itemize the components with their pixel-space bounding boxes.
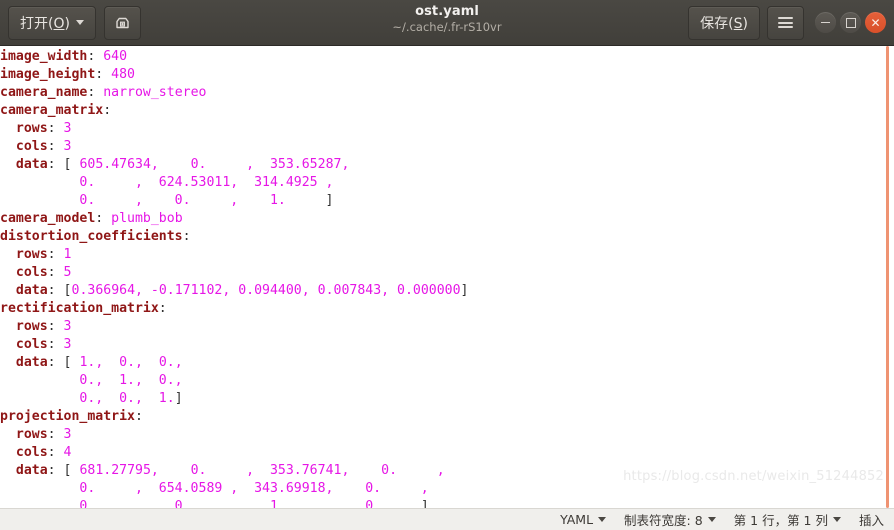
- window-titlebar: 打开(O) ost.yaml ~/.cache/.fr-rS10vr 保存(S): [0, 0, 894, 46]
- status-insert-mode-label: 插入: [858, 513, 884, 528]
- text-editor-area[interactable]: image_width: 640 image_height: 480 camer…: [0, 46, 894, 508]
- status-bar: YAML 制表符宽度: 8 第 1 行，第 1 列 插入: [0, 508, 894, 530]
- close-icon: ✕: [870, 15, 881, 30]
- save-as-icon: [114, 14, 131, 31]
- maximize-button[interactable]: [840, 12, 861, 33]
- maximize-icon: [845, 17, 856, 28]
- chevron-down-icon: [598, 517, 607, 522]
- status-cursor-position-label: 第 1 行，第 1 列: [733, 513, 828, 528]
- minimize-button[interactable]: [815, 12, 836, 33]
- open-button-label: 打开(O): [20, 15, 70, 32]
- window-controls: ✕: [815, 12, 886, 33]
- close-button[interactable]: ✕: [865, 12, 886, 33]
- save-as-button[interactable]: [103, 5, 141, 40]
- chevron-down-icon: [832, 517, 841, 522]
- vertical-scrollbar[interactable]: [886, 46, 889, 508]
- status-tab-width-selector[interactable]: 制表符宽度: 8: [624, 510, 716, 529]
- menu-button[interactable]: [767, 5, 804, 40]
- status-cursor-position[interactable]: 第 1 行，第 1 列: [734, 510, 841, 529]
- chevron-down-icon: [707, 517, 716, 522]
- status-language-selector[interactable]: YAML: [560, 512, 607, 527]
- status-language-label: YAML: [560, 512, 594, 527]
- status-insert-mode[interactable]: 插入: [859, 510, 884, 529]
- status-tab-width-label: 制表符宽度: 8: [624, 513, 703, 528]
- titlebar-right-controls: 保存(S) ✕: [688, 5, 894, 40]
- open-button[interactable]: 打开(O): [8, 5, 96, 40]
- save-button-label: 保存(S): [700, 15, 748, 32]
- yaml-document[interactable]: image_width: 640 image_height: 480 camer…: [0, 46, 894, 508]
- titlebar-left-controls: 打开(O): [0, 5, 141, 40]
- minimize-icon: [821, 21, 830, 24]
- save-button[interactable]: 保存(S): [688, 5, 760, 40]
- hamburger-menu-icon: [778, 17, 793, 28]
- chevron-down-icon: [75, 20, 84, 25]
